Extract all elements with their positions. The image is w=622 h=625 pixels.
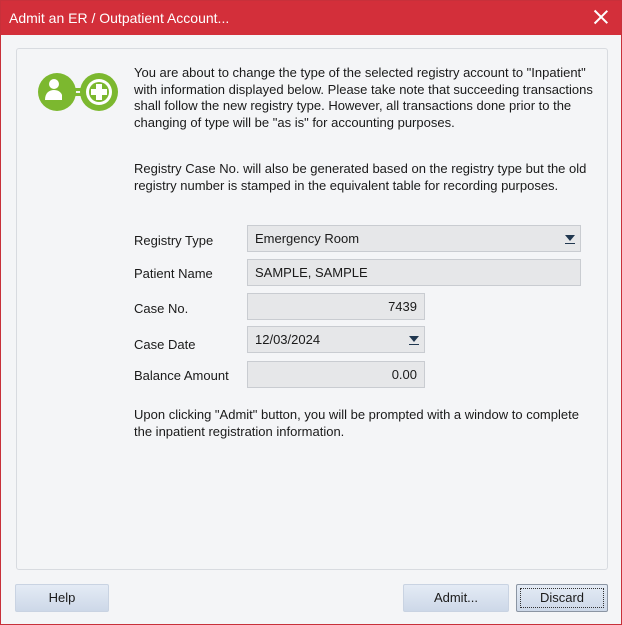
case-no-value: 7439 bbox=[388, 299, 417, 314]
registry-type-value: Emergency Room bbox=[255, 231, 360, 246]
chevron-down-icon[interactable] bbox=[404, 327, 424, 352]
registry-type-label: Registry Type bbox=[134, 233, 214, 248]
title-bar[interactable]: Admit an ER / Outpatient Account... bbox=[1, 1, 621, 35]
dialog-window: Admit an ER / Outpatient Account... You … bbox=[0, 0, 622, 625]
window-title: Admit an ER / Outpatient Account... bbox=[9, 10, 230, 26]
case-date-value: 12/03/2024 bbox=[255, 332, 321, 347]
chevron-down-icon[interactable] bbox=[560, 226, 580, 251]
patient-transfer-icon bbox=[38, 73, 118, 111]
case-no-label: Case No. bbox=[134, 301, 189, 316]
case-no-note: Registry Case No. will also be generated… bbox=[134, 161, 587, 193]
intro-paragraph: You are about to change the type of the … bbox=[134, 65, 593, 130]
patient-name-field[interactable]: SAMPLE, SAMPLE bbox=[247, 259, 581, 286]
admit-note: Upon clicking "Admit" button, you will b… bbox=[134, 407, 579, 439]
registry-type-select[interactable]: Emergency Room bbox=[247, 225, 581, 252]
balance-amount-value: 0.00 bbox=[391, 367, 417, 382]
balance-amount-field[interactable]: 0.00 bbox=[247, 361, 425, 388]
discard-button[interactable]: Discard bbox=[516, 584, 608, 612]
case-date-label: Case Date bbox=[134, 337, 196, 352]
balance-amount-label: Balance Amount bbox=[134, 368, 229, 383]
case-date-picker[interactable]: 12/03/2024 bbox=[247, 326, 425, 353]
case-no-field[interactable]: 7439 bbox=[247, 293, 425, 320]
focus-rectangle bbox=[520, 588, 604, 608]
help-button[interactable]: Help bbox=[15, 584, 109, 612]
close-icon[interactable] bbox=[593, 9, 609, 25]
admit-button[interactable]: Admit... bbox=[403, 584, 509, 612]
patient-name-value: SAMPLE, SAMPLE bbox=[255, 265, 368, 280]
patient-name-label: Patient Name bbox=[134, 266, 213, 281]
